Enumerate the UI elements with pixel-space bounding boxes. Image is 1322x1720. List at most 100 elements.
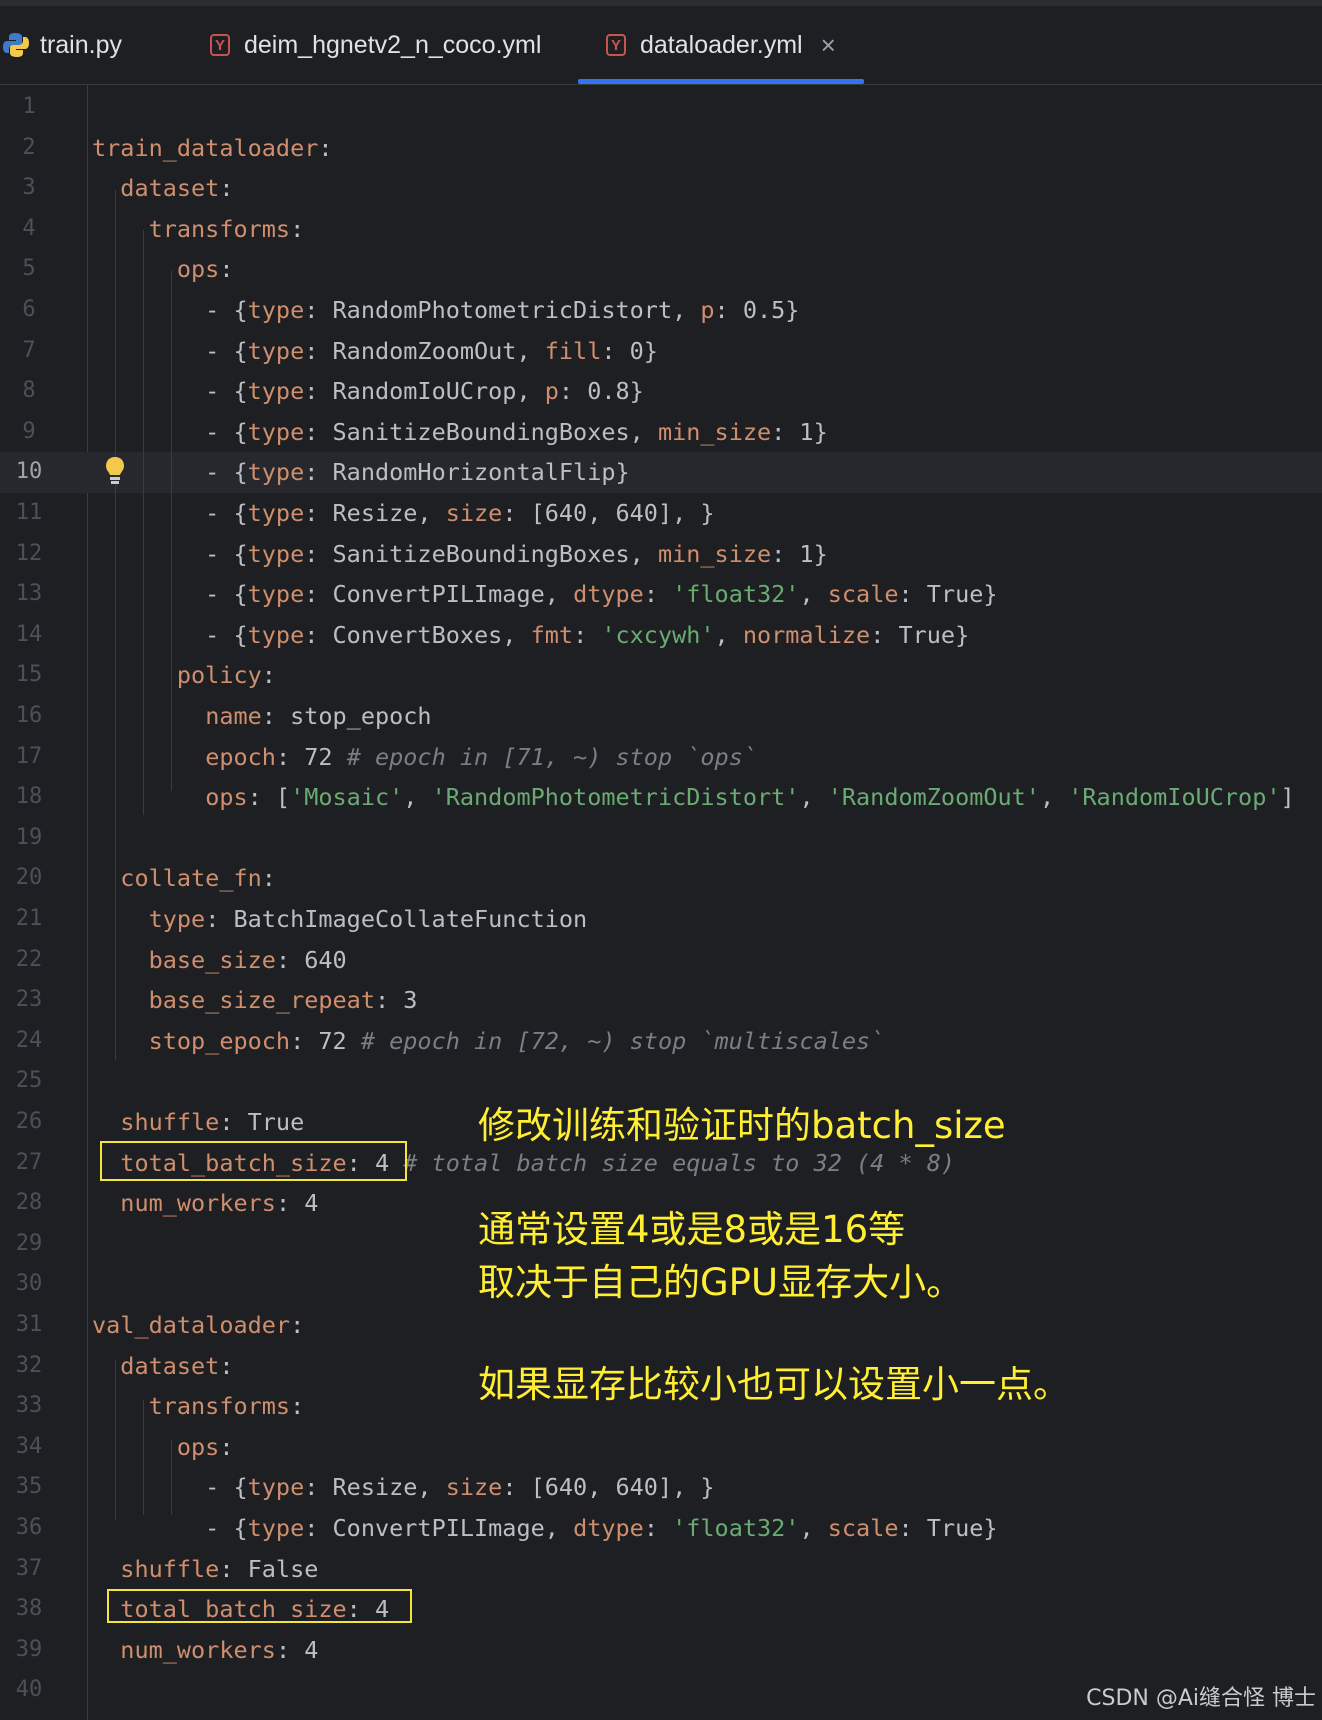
code-line[interactable]: 21 type: BatchImageCollateFunction (0, 899, 1322, 940)
line-number[interactable]: 29 (0, 1224, 58, 1265)
code-text[interactable]: - {type: ConvertBoxes, fmt: 'cxcywh', no… (92, 615, 969, 656)
code-line[interactable]: 3 dataset: (0, 168, 1322, 209)
code-line[interactable]: 14 - {type: ConvertBoxes, fmt: 'cxcywh',… (0, 615, 1322, 656)
line-number[interactable]: 21 (0, 899, 58, 940)
line-number[interactable]: 28 (0, 1183, 58, 1224)
code-line[interactable]: 5 ops: (0, 249, 1322, 290)
code-text[interactable]: base_size: 640 (92, 940, 347, 981)
line-number[interactable]: 17 (0, 737, 58, 778)
line-number[interactable]: 13 (0, 574, 58, 615)
line-number[interactable]: 10 (0, 452, 58, 493)
code-line[interactable]: 24 stop_epoch: 72 # epoch in [72, ~) sto… (0, 1021, 1322, 1062)
line-number[interactable]: 2 (0, 128, 58, 169)
code-line[interactable]: 20 collate_fn: (0, 858, 1322, 899)
code-text[interactable]: - {type: ConvertPILImage, dtype: 'float3… (92, 1508, 997, 1549)
code-text[interactable]: val_dataloader: (92, 1305, 304, 1346)
code-line[interactable]: 15 policy: (0, 655, 1322, 696)
tab-deim-hgnetv2-yml[interactable]: Y deim_hgnetv2_n_coco.yml (210, 6, 541, 84)
code-text[interactable]: dataset: (92, 168, 233, 209)
code-text[interactable]: base_size_repeat: 3 (92, 980, 418, 1021)
code-text[interactable]: train_dataloader: (92, 128, 333, 169)
code-text[interactable]: transforms: (92, 209, 305, 250)
line-number[interactable]: 1 (0, 87, 58, 128)
code-line[interactable]: 16 name: stop_epoch (0, 696, 1322, 737)
code-text[interactable]: - {type: RandomZoomOut, fill: 0} (92, 331, 658, 372)
code-line[interactable]: 25 (0, 1061, 1322, 1102)
line-number[interactable]: 11 (0, 493, 58, 534)
line-number[interactable]: 32 (0, 1346, 58, 1387)
code-text[interactable]: - {type: RandomPhotometricDistort, p: 0.… (92, 290, 799, 331)
code-text[interactable]: epoch: 72 # epoch in [71, ~) stop `ops` (92, 737, 757, 778)
code-text[interactable]: - {type: SanitizeBoundingBoxes, min_size… (92, 412, 828, 453)
code-line[interactable]: 11 - {type: Resize, size: [640, 640], } (0, 493, 1322, 534)
line-number[interactable]: 15 (0, 655, 58, 696)
code-text[interactable]: - {type: RandomHorizontalFlip} (92, 452, 629, 493)
line-number[interactable]: 12 (0, 534, 58, 575)
lightbulb-icon[interactable] (101, 455, 129, 487)
code-text[interactable]: stop_epoch: 72 # epoch in [72, ~) stop `… (92, 1021, 885, 1062)
line-number[interactable]: 5 (0, 249, 58, 290)
line-number[interactable]: 3 (0, 168, 58, 209)
code-line[interactable]: 2 train_dataloader: (0, 128, 1322, 169)
line-number[interactable]: 31 (0, 1305, 58, 1346)
line-number[interactable]: 30 (0, 1264, 58, 1305)
line-number[interactable]: 37 (0, 1549, 58, 1590)
close-tab-icon[interactable]: × (821, 30, 836, 61)
line-number[interactable]: 39 (0, 1630, 58, 1671)
line-number[interactable]: 34 (0, 1427, 58, 1468)
code-line[interactable]: 23 base_size_repeat: 3 (0, 980, 1322, 1021)
code-text[interactable]: - {type: SanitizeBoundingBoxes, min_size… (92, 534, 828, 575)
code-line[interactable]: 36 - {type: ConvertPILImage, dtype: 'flo… (0, 1508, 1322, 1549)
code-line[interactable]: 31 val_dataloader: (0, 1305, 1322, 1346)
line-number[interactable]: 7 (0, 331, 58, 372)
code-text[interactable]: ops: (92, 249, 234, 290)
code-line[interactable]: 6 - {type: RandomPhotometricDistort, p: … (0, 290, 1322, 331)
line-number[interactable]: 27 (0, 1143, 58, 1184)
line-number[interactable]: 22 (0, 940, 58, 981)
line-number[interactable]: 19 (0, 818, 58, 859)
line-number[interactable]: 20 (0, 858, 58, 899)
code-line[interactable]: 1 (0, 87, 1322, 128)
code-text[interactable]: collate_fn: (92, 858, 276, 899)
line-number[interactable]: 26 (0, 1102, 58, 1143)
code-text[interactable]: shuffle: False (92, 1549, 318, 1590)
code-line[interactable]: 12 - {type: SanitizeBoundingBoxes, min_s… (0, 534, 1322, 575)
code-text[interactable]: num_workers: 4 (92, 1630, 318, 1671)
line-number[interactable]: 38 (0, 1589, 58, 1630)
code-line[interactable]: 7 - {type: RandomZoomOut, fill: 0} (0, 331, 1322, 372)
code-text[interactable]: policy: (92, 655, 276, 696)
code-line[interactable]: 22 base_size: 640 (0, 940, 1322, 981)
code-line[interactable]: 10 - {type: RandomHorizontalFlip} (0, 452, 1322, 493)
code-line[interactable]: 37 shuffle: False (0, 1549, 1322, 1590)
code-editor[interactable]: 1 2 train_dataloader: 3 dataset: 4 transform… (0, 85, 1322, 1720)
code-text[interactable]: - {type: Resize, size: [640, 640], } (92, 493, 714, 534)
code-line[interactable]: 34 ops: (0, 1427, 1322, 1468)
code-line[interactable]: 17 epoch: 72 # epoch in [71, ~) stop `op… (0, 737, 1322, 778)
code-line[interactable]: 39 num_workers: 4 (0, 1630, 1322, 1671)
line-number[interactable]: 35 (0, 1467, 58, 1508)
code-line[interactable]: 35 - {type: Resize, size: [640, 640], } (0, 1467, 1322, 1508)
tab-train-py[interactable]: train.py (2, 6, 122, 84)
code-text[interactable]: - {type: Resize, size: [640, 640], } (92, 1467, 714, 1508)
code-text[interactable]: - {type: ConvertPILImage, dtype: 'float3… (92, 574, 997, 615)
code-text[interactable]: dataset: (92, 1346, 233, 1387)
line-number[interactable]: 25 (0, 1061, 58, 1102)
line-number[interactable]: 6 (0, 290, 58, 331)
tab-dataloader-yml[interactable]: Y dataloader.yml × (578, 6, 864, 84)
code-line[interactable]: 19 (0, 818, 1322, 859)
code-line[interactable]: 8 - {type: RandomIoUCrop, p: 0.8} (0, 371, 1322, 412)
line-number[interactable]: 23 (0, 980, 58, 1021)
code-line[interactable]: 13 - {type: ConvertPILImage, dtype: 'flo… (0, 574, 1322, 615)
code-text[interactable]: ops: ['Mosaic', 'RandomPhotometricDistor… (92, 777, 1294, 818)
code-line[interactable]: 9 - {type: SanitizeBoundingBoxes, min_si… (0, 412, 1322, 453)
code-text[interactable]: num_workers: 4 (92, 1183, 318, 1224)
line-number[interactable]: 24 (0, 1021, 58, 1062)
line-number[interactable]: 33 (0, 1386, 58, 1427)
line-number[interactable]: 14 (0, 615, 58, 656)
code-text[interactable]: type: BatchImageCollateFunction (92, 899, 588, 940)
code-text[interactable]: ops: (92, 1427, 234, 1468)
line-number[interactable]: 8 (0, 371, 58, 412)
code-text[interactable]: transforms: (92, 1386, 305, 1427)
line-number[interactable]: 18 (0, 777, 58, 818)
code-line[interactable]: 4 transforms: (0, 209, 1322, 250)
